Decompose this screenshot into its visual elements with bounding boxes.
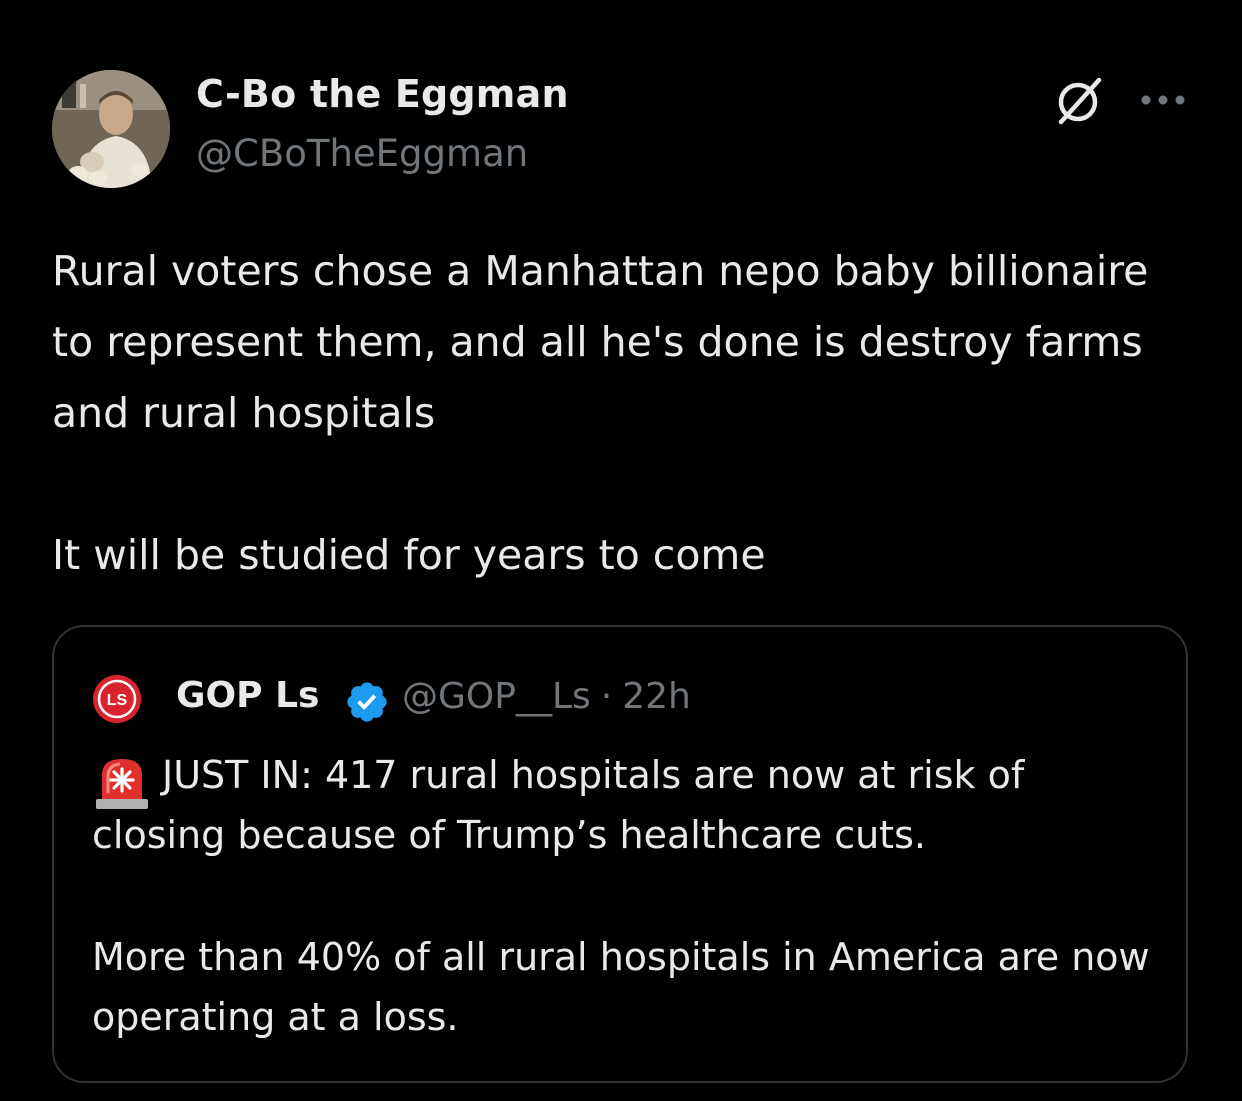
quote-paragraph: JUST IN: 417 rural hospitals are now at … — [92, 745, 1162, 865]
tweet[interactable]: C-Bo the Eggman @CBoTheEggman Rural vote… — [0, 0, 1242, 1101]
author-display-name[interactable]: C-Bo the Eggman — [196, 72, 569, 116]
quote-author-handle[interactable]: @GOP__Ls — [402, 676, 591, 717]
quote-author-display-name[interactable]: GOP Ls — [176, 675, 319, 716]
gop-ls-logo-icon[interactable]: LS — [92, 674, 142, 724]
quote-paragraph: More than 40% of all rural hospitals in … — [92, 935, 1150, 1039]
grok-icon[interactable] — [1052, 76, 1106, 126]
quote-paragraph-text: JUST IN: 417 rural hospitals are now at … — [92, 753, 1025, 857]
profile-photo-icon — [52, 70, 170, 188]
tweet-paragraph: It will be studied for years to come — [52, 531, 766, 579]
meta-separator: · — [600, 676, 613, 717]
author-avatar[interactable] — [52, 70, 170, 188]
svg-text:LS: LS — [107, 692, 128, 709]
verified-badge-icon — [347, 682, 387, 722]
tweet-paragraph: Rural voters chose a Manhattan nepo baby… — [52, 247, 1149, 437]
more-options-icon[interactable] — [1140, 94, 1186, 106]
author-handle[interactable]: @CBoTheEggman — [196, 132, 528, 175]
quote-timestamp[interactable]: 22h — [622, 676, 691, 717]
quote-author-meta: @GOP__Ls · 22h — [402, 676, 691, 717]
quoted-tweet-card[interactable]: LS GOP Ls @GOP__Ls · 22h JUST IN: 417 rura… — [52, 625, 1188, 1083]
tweet-body: Rural voters chose a Manhattan nepo baby… — [52, 236, 1202, 591]
